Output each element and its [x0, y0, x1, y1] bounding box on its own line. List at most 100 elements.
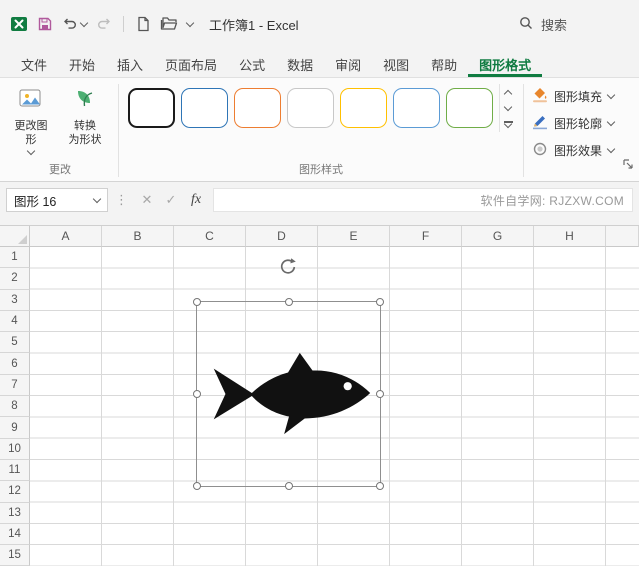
ribbon-tab-bar: 文件 开始 插入 页面布局 公式 数据 审阅 视图 帮助 图形格式: [0, 48, 639, 78]
row-header-5[interactable]: 5: [0, 332, 30, 354]
tab-page-layout[interactable]: 页面布局: [154, 48, 228, 77]
effects-icon: [532, 141, 548, 160]
tab-file[interactable]: 文件: [10, 48, 58, 77]
name-box-value: 图形 16: [14, 194, 57, 209]
window-title: 工作簿1 - Excel: [209, 17, 299, 33]
chevron-down-icon: [26, 146, 36, 155]
row-header-11[interactable]: 11: [0, 459, 30, 482]
shape-style-option-blue[interactable]: [181, 88, 228, 128]
chevron-down-icon: [606, 90, 616, 99]
tab-view[interactable]: 视图: [372, 48, 420, 77]
resize-handle-middle-left[interactable]: [193, 390, 201, 398]
column-header-c[interactable]: C: [174, 226, 246, 247]
shape-effects-button[interactable]: 图形效果: [532, 140, 616, 160]
chevron-down-icon: [606, 144, 616, 153]
tab-data[interactable]: 数据: [276, 48, 324, 77]
row-header-10[interactable]: 10: [0, 438, 30, 460]
tab-insert[interactable]: 插入: [106, 48, 154, 77]
select-all-corner[interactable]: [0, 226, 30, 247]
resize-handle-top-left[interactable]: [193, 298, 201, 306]
worksheet: A B C D E F G H 1 2 3 4 5 6 7 8 9 10 11 …: [0, 226, 639, 566]
convert-to-shape-icon: [72, 87, 98, 116]
column-header-partial[interactable]: [606, 226, 639, 247]
gallery-scrollbar: [499, 84, 516, 132]
gallery-scroll-down-button[interactable]: [500, 100, 516, 116]
column-header-e[interactable]: E: [318, 226, 390, 247]
group-shape-styles: 图形样式: [121, 80, 521, 181]
shape-style-option-lightblue[interactable]: [393, 88, 440, 128]
row-header-3[interactable]: 3: [0, 289, 30, 311]
undo-icon[interactable]: [62, 16, 89, 32]
shape-style-option-yellow[interactable]: [340, 88, 387, 128]
resize-handle-top-right[interactable]: [376, 298, 384, 306]
row-header-2[interactable]: 2: [0, 268, 30, 290]
group-shape-format-options: 图形填充 图形轮廓 图形效果: [526, 80, 616, 181]
tab-review[interactable]: 审阅: [324, 48, 372, 77]
change-graphic-label: 更改图 形: [14, 120, 48, 147]
row-header-13[interactable]: 13: [0, 502, 30, 524]
shape-style-option-gray[interactable]: [287, 88, 334, 128]
customize-toolbar-chevron-icon[interactable]: [185, 18, 195, 27]
gallery-scroll-up-button[interactable]: [500, 84, 516, 100]
column-header-d[interactable]: D: [246, 226, 318, 247]
row-header-12[interactable]: 12: [0, 481, 30, 503]
column-header-g[interactable]: G: [462, 226, 534, 247]
search-icon: [519, 16, 533, 33]
tab-graphics-format[interactable]: 图形格式: [468, 48, 542, 77]
excel-window: 工作簿1 - Excel 搜索 文件 开始 插入 页面布局 公式 数据 审阅 视…: [0, 0, 639, 566]
tab-home[interactable]: 开始: [58, 48, 106, 77]
column-header-h[interactable]: H: [534, 226, 606, 247]
shape-outline-label: 图形轮廓: [554, 116, 603, 131]
open-folder-icon[interactable]: [160, 16, 178, 32]
formula-bar: 图形 16 ⋮ ✕ ✓ fx 软件自学网: RJZXW.COM: [0, 182, 639, 218]
group-separator: [523, 84, 524, 177]
rotate-handle-icon[interactable]: [278, 257, 298, 277]
resize-handle-bottom-left[interactable]: [193, 482, 201, 490]
resize-handle-bottom-right[interactable]: [376, 482, 384, 490]
column-header-b[interactable]: B: [102, 226, 174, 247]
row-header-4[interactable]: 4: [0, 310, 30, 333]
group-change: 更改图 形 转换 为形状 更改: [4, 80, 116, 181]
change-graphic-button[interactable]: 更改图 形: [4, 80, 58, 155]
toolbar-separator: [123, 16, 124, 32]
formula-input[interactable]: 软件自学网: RJZXW.COM: [213, 188, 633, 212]
name-box[interactable]: 图形 16: [6, 188, 108, 212]
row-header-14[interactable]: 14: [0, 523, 30, 546]
gallery-more-button[interactable]: [500, 116, 516, 132]
insert-function-button[interactable]: fx: [183, 192, 209, 208]
tab-help[interactable]: 帮助: [420, 48, 468, 77]
redo-icon: [96, 16, 112, 32]
paint-bucket-icon: [532, 87, 548, 106]
row-header-1[interactable]: 1: [0, 247, 30, 269]
shape-style-option-orange[interactable]: [234, 88, 281, 128]
convert-to-shape-button[interactable]: 转换 为形状: [58, 80, 112, 148]
resize-handle-middle-right[interactable]: [376, 390, 384, 398]
row-header-8[interactable]: 8: [0, 396, 30, 418]
resize-handle-bottom-middle[interactable]: [284, 482, 293, 490]
shape-style-option-black[interactable]: [128, 88, 175, 128]
new-file-icon[interactable]: [135, 16, 151, 32]
row-header-7[interactable]: 7: [0, 374, 30, 397]
shape-fill-label: 图形填充: [554, 89, 603, 104]
resize-handle-top-middle[interactable]: [284, 298, 293, 306]
watermark-text: 软件自学网: RJZXW.COM: [480, 193, 624, 208]
row-header-6[interactable]: 6: [0, 353, 30, 375]
column-header-f[interactable]: F: [390, 226, 462, 247]
search-input[interactable]: 搜索: [505, 10, 581, 39]
cancel-icon[interactable]: ✕: [135, 192, 159, 208]
row-header-15[interactable]: 15: [0, 545, 30, 566]
shape-style-option-green[interactable]: [446, 88, 493, 128]
shape-outline-button[interactable]: 图形轮廓: [532, 113, 616, 133]
shape-selection-box: [193, 298, 384, 490]
dialog-launcher-icon[interactable]: [622, 157, 634, 169]
chevron-down-icon: [606, 117, 616, 126]
formula-bar-grip[interactable]: ⋮: [108, 192, 135, 208]
shape-fill-button[interactable]: 图形填充: [532, 86, 616, 106]
chevron-down-icon: [79, 18, 89, 27]
row-header-9[interactable]: 9: [0, 417, 30, 439]
save-icon[interactable]: [37, 16, 53, 32]
tab-formulas[interactable]: 公式: [228, 48, 276, 77]
change-graphic-icon: [18, 87, 44, 116]
enter-icon[interactable]: ✓: [159, 192, 183, 208]
column-header-a[interactable]: A: [30, 226, 102, 247]
